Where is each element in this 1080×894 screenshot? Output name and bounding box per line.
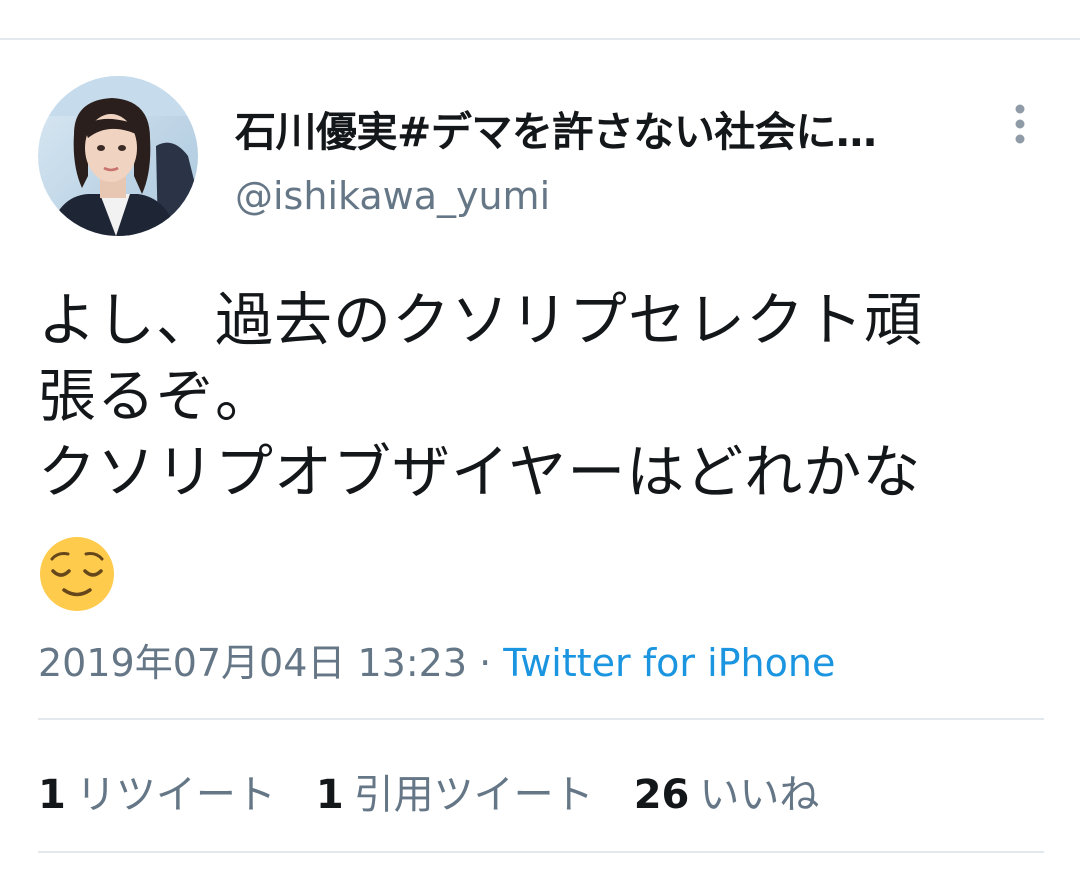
top-divider — [0, 38, 1080, 40]
user-handle[interactable]: @ishikawa_yumi — [235, 174, 550, 218]
tweet-stats: 1 リツイート 1 引用ツイート 26 いいね — [38, 762, 859, 820]
more-options-button[interactable] — [1004, 100, 1036, 148]
avatar[interactable] — [38, 76, 198, 236]
quote-tweet-count-number: 1 — [315, 772, 344, 818]
like-count-label: いいね — [699, 772, 820, 818]
like-count[interactable]: 26 いいね — [634, 762, 820, 820]
stats-top-divider — [38, 718, 1044, 720]
retweet-count-label: リツイート — [75, 772, 276, 818]
tweet-meta: 2019年07月04日 13:23 · Twitter for iPhone — [38, 632, 835, 687]
quote-tweet-count-label: 引用ツイート — [353, 772, 594, 818]
relieved-face-icon — [38, 535, 116, 613]
quote-tweet-count[interactable]: 1 引用ツイート — [316, 762, 594, 820]
avatar-photo — [38, 76, 198, 236]
retweet-count-number: 1 — [38, 772, 66, 818]
tweet-timestamp[interactable]: 2019年07月04日 13:23 — [38, 641, 467, 685]
retweet-count[interactable]: 1 リツイート — [38, 762, 276, 820]
vertical-ellipsis-icon — [1015, 104, 1025, 144]
tweet-text: よし、過去のクソリプセレクト頑 張るぞ。 クソリプオブザイヤーはどれかな — [38, 286, 924, 506]
like-count-number: 26 — [633, 772, 690, 818]
display-name[interactable]: 石川優実#デマを許さない社会に… — [235, 98, 877, 158]
tweet-source-link[interactable]: Twitter for iPhone — [503, 641, 835, 685]
stats-bottom-divider — [38, 851, 1044, 853]
meta-separator: · — [479, 641, 492, 685]
